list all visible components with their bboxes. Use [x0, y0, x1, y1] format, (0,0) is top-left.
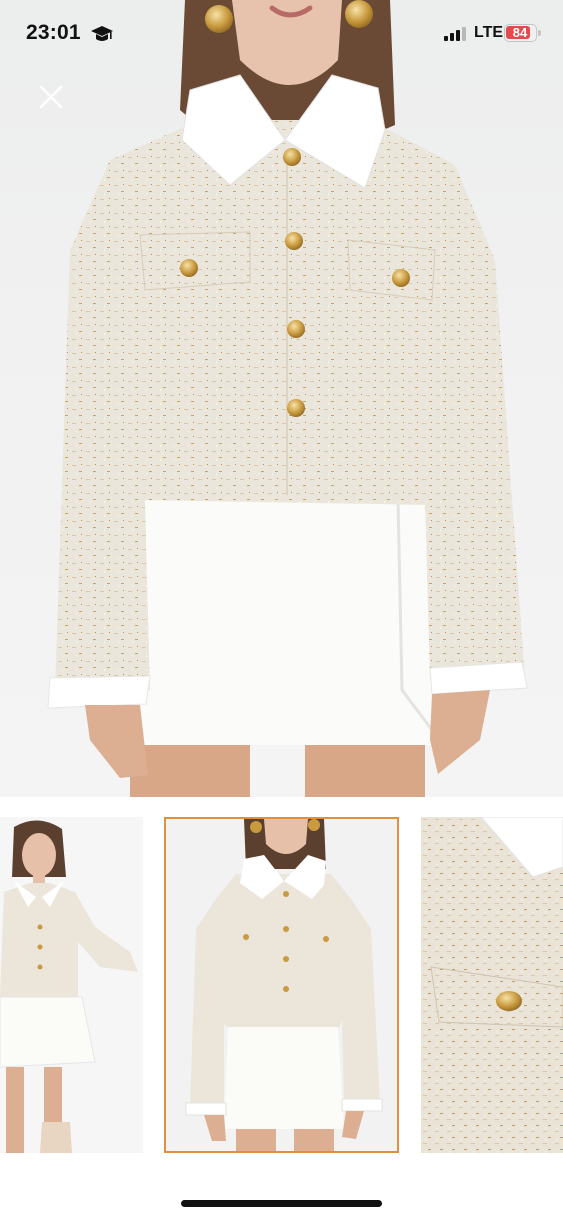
thumbnail-full-look[interactable] — [0, 817, 143, 1153]
main-product-illustration — [47, 0, 528, 797]
graduation-cap-icon — [91, 26, 113, 41]
thumbnail-detail-closeup[interactable] — [421, 817, 563, 1153]
close-icon — [39, 85, 63, 109]
thumbnail-strip — [0, 817, 563, 1153]
status-time: 23:01 — [26, 21, 81, 44]
status-bar: 23:01 LTE 84 — [0, 0, 563, 68]
thumbnail-full-look-image — [0, 820, 138, 1153]
home-indicator[interactable] — [181, 1200, 382, 1207]
thumbnail-front-view[interactable] — [164, 817, 399, 1153]
main-product-image[interactable] — [0, 0, 563, 797]
battery-percentage: 84 — [512, 25, 528, 40]
cellular-signal-icon — [444, 27, 466, 41]
battery-tip — [538, 30, 541, 36]
network-type: LTE — [474, 24, 504, 41]
thumbnail-detail-closeup-image — [421, 817, 563, 1153]
thumbnail-front-view-image — [166, 819, 397, 1151]
close-button[interactable] — [34, 80, 68, 114]
battery-icon: 84 — [504, 24, 537, 42]
